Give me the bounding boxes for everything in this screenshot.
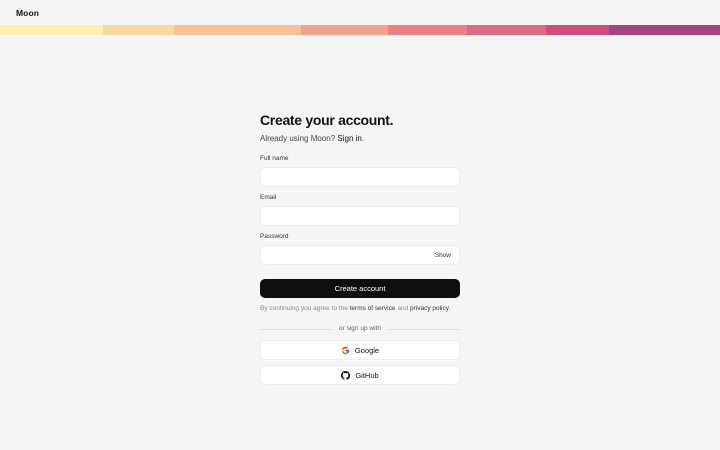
fullname-input[interactable] xyxy=(261,170,459,189)
show-password-toggle[interactable]: Show xyxy=(435,252,451,259)
password-label: Password xyxy=(260,233,289,240)
email-label: Email xyxy=(260,194,277,201)
password-field[interactable]: Show xyxy=(260,245,460,267)
github-button-label: GitHub xyxy=(355,370,379,380)
fullname-field[interactable] xyxy=(260,167,460,189)
signin-link[interactable]: Sign in xyxy=(337,134,361,143)
google-button-label: Google xyxy=(354,345,380,355)
google-signup-button[interactable]: Google xyxy=(260,340,460,360)
google-icon xyxy=(341,346,350,355)
signup-form: Create your account. Already using Moon?… xyxy=(260,112,460,385)
create-account-button[interactable]: Create account xyxy=(260,279,460,298)
stripe-segment xyxy=(174,25,301,35)
signin-prompt: Already using Moon? Sign in. xyxy=(260,133,460,144)
brand-logo[interactable]: Moon xyxy=(16,8,39,18)
terms-and-text: and xyxy=(397,305,409,312)
stripe-segment xyxy=(0,25,103,35)
github-signup-button[interactable]: GitHub xyxy=(260,365,460,385)
fullname-label: Full name xyxy=(260,155,289,162)
stripe-segment xyxy=(609,25,720,35)
color-stripe xyxy=(0,25,720,35)
password-input[interactable] xyxy=(261,248,459,267)
email-field[interactable] xyxy=(260,206,460,228)
email-input[interactable] xyxy=(261,209,459,228)
top-bar: Moon xyxy=(0,0,720,25)
terms-notice: By continuing you agree to the terms of … xyxy=(260,305,470,312)
privacy-policy-link[interactable]: privacy policy xyxy=(410,305,449,312)
stripe-segment xyxy=(103,25,174,35)
terms-text: By continuing you agree to the xyxy=(260,305,348,312)
divider-text: or sign up with xyxy=(339,325,381,332)
github-icon xyxy=(341,370,351,380)
terms-suffix: . xyxy=(448,305,451,312)
terms-of-service-link[interactable]: terms of service xyxy=(350,305,396,312)
stripe-segment xyxy=(467,25,546,35)
signin-prompt-suffix: . xyxy=(361,134,365,143)
stripe-segment xyxy=(546,25,609,35)
stripe-segment xyxy=(301,25,388,35)
signup-divider: or sign up with xyxy=(260,324,460,334)
signin-prompt-text: Already using Moon? xyxy=(260,134,336,143)
page-title: Create your account. xyxy=(260,112,394,128)
stripe-segment xyxy=(388,25,467,35)
